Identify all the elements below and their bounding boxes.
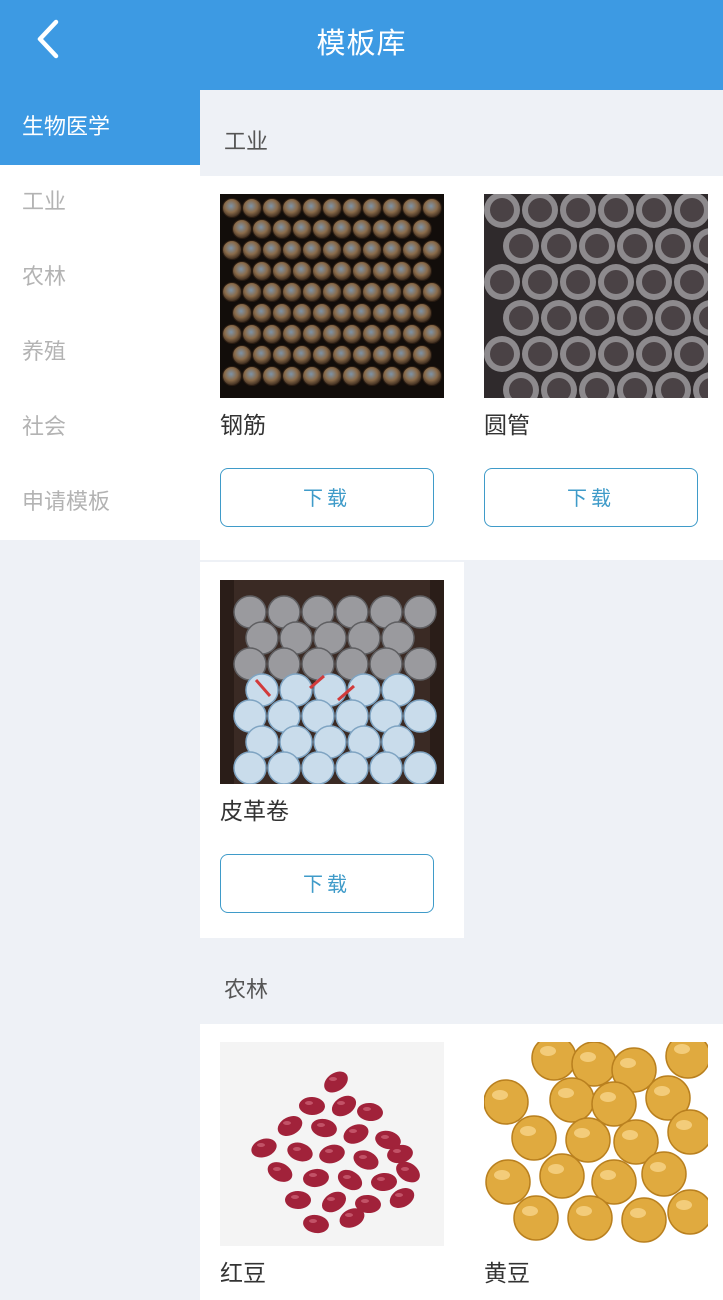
section-header-industry: 工业 bbox=[200, 90, 723, 176]
sidebar-item-breeding[interactable]: 养殖 bbox=[0, 315, 200, 390]
template-image-red-beans bbox=[220, 1042, 444, 1246]
template-card: 皮革卷 下载 bbox=[200, 562, 464, 946]
template-card: 黄豆 bbox=[464, 1024, 723, 1300]
sidebar-item-society[interactable]: 社会 bbox=[0, 390, 200, 465]
sidebar-item-biomedicine[interactable]: 生物医学 bbox=[0, 90, 200, 165]
template-image-leather-rolls bbox=[220, 580, 444, 784]
template-row: 红豆 黄豆 bbox=[200, 1024, 723, 1300]
template-image-soybeans bbox=[484, 1042, 708, 1246]
section-title: 农林 bbox=[224, 978, 269, 1003]
sidebar-item-industry[interactable]: 工业 bbox=[0, 165, 200, 240]
template-row: 钢筋 下载 圆管 下载 bbox=[200, 176, 723, 560]
page-title: 模板库 bbox=[316, 26, 407, 60]
template-image-rebar bbox=[220, 194, 444, 398]
template-card: 钢筋 下载 bbox=[200, 176, 464, 560]
template-content: 工业 钢筋 下载 圆管 下载 皮革卷 下载 农林 红豆 黄豆 bbox=[200, 90, 723, 1300]
download-button[interactable]: 下载 bbox=[220, 854, 434, 913]
template-name: 皮革卷 bbox=[220, 799, 289, 825]
download-button[interactable]: 下载 bbox=[484, 468, 698, 527]
sidebar-item-apply-template[interactable]: 申请模板 bbox=[0, 465, 200, 540]
download-button[interactable]: 下载 bbox=[220, 468, 434, 527]
sidebar-item-agriculture-forestry[interactable]: 农林 bbox=[0, 240, 200, 315]
top-nav-bar: 模板库 bbox=[0, 0, 723, 90]
template-name: 黄豆 bbox=[484, 1261, 530, 1287]
template-name: 红豆 bbox=[220, 1261, 266, 1287]
template-image-round-pipes bbox=[484, 194, 708, 398]
template-name: 圆管 bbox=[484, 413, 530, 439]
section-header-agriculture-forestry: 农林 bbox=[200, 938, 723, 1024]
template-name: 钢筋 bbox=[220, 413, 266, 439]
template-card: 圆管 下载 bbox=[464, 176, 723, 560]
template-card: 红豆 bbox=[200, 1024, 464, 1300]
template-row: 皮革卷 下载 bbox=[200, 562, 464, 946]
category-sidebar: 生物医学 工业 农林 养殖 社会 申请模板 bbox=[0, 90, 200, 540]
section-title: 工业 bbox=[224, 130, 269, 155]
